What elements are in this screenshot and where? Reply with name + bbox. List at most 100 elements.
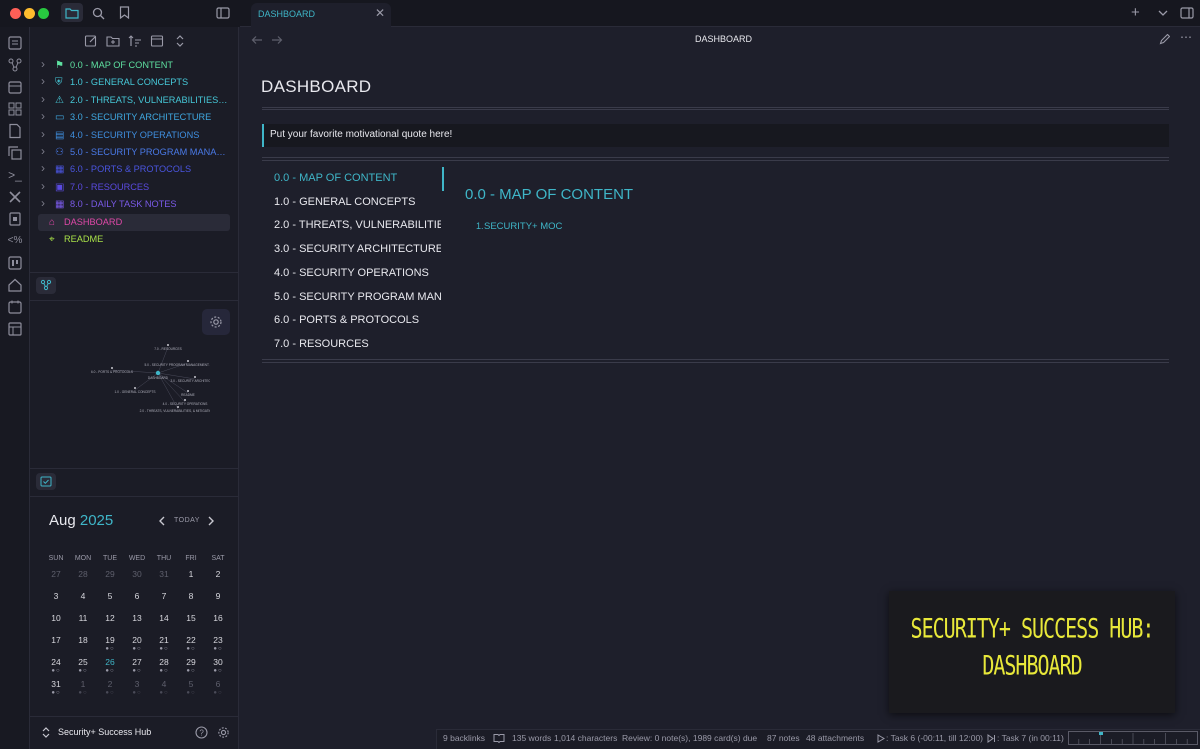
- calendar-tab-button[interactable]: [36, 473, 56, 490]
- calendar-day[interactable]: 23: [206, 635, 230, 645]
- percent-code-icon[interactable]: <%: [7, 233, 23, 249]
- today-button[interactable]: TODAY: [174, 517, 200, 524]
- new-folder-icon[interactable]: [106, 34, 120, 48]
- tree-item[interactable]: › ▤ 4.0 - SECURITY OPERATIONS: [38, 127, 230, 144]
- home-icon[interactable]: [7, 277, 23, 293]
- search-icon[interactable]: [92, 7, 105, 20]
- review-status[interactable]: Review: 0 note(s), 1989 card(s) due: [622, 733, 757, 743]
- forward-arrow-icon[interactable]: [271, 35, 283, 45]
- calendar-day[interactable]: 27: [125, 657, 149, 667]
- tab-dashboard[interactable]: DASHBOARD ✕: [251, 3, 391, 27]
- tree-item[interactable]: › ⚠ 2.0 - THREATS, VULNERABILITIES, & ...: [38, 92, 230, 109]
- chevron-right-icon[interactable]: ›: [41, 92, 45, 108]
- calendar-day[interactable]: 1: [71, 679, 95, 689]
- calendar-day[interactable]: 2: [98, 679, 122, 689]
- calendar-day[interactable]: 9: [206, 591, 230, 601]
- calendar-day[interactable]: 16: [206, 613, 230, 623]
- calendar-day[interactable]: 28: [71, 569, 95, 579]
- close-tab-icon[interactable]: ✕: [375, 6, 385, 20]
- terminal-icon[interactable]: >_: [7, 167, 23, 183]
- sort-icon[interactable]: [128, 34, 142, 48]
- tree-item[interactable]: › ▦ 6.0 - PORTS & PROTOCOLS: [38, 161, 230, 178]
- vault-name[interactable]: Security+ Success Hub: [58, 727, 151, 737]
- calendar-day[interactable]: 26: [98, 657, 122, 667]
- tree-item[interactable]: › ▭ 3.0 - SECURITY ARCHITECTURE: [38, 109, 230, 126]
- toc-item[interactable]: 6.0 - PORTS & PROTOCOLS: [274, 314, 441, 326]
- calendar-day[interactable]: 18: [71, 635, 95, 645]
- maximize-window-button[interactable]: [38, 8, 49, 19]
- calendar-day[interactable]: 29: [98, 569, 122, 579]
- toc-item[interactable]: 0.0 - MAP OF CONTENT: [274, 172, 441, 184]
- backlinks-count[interactable]: 9 backlinks: [443, 733, 485, 743]
- tree-item[interactable]: ⌖ README: [38, 231, 230, 248]
- calendar-day[interactable]: 25: [71, 657, 95, 667]
- tree-item[interactable]: › ⚇ 5.0 - SECURITY PROGRAM MANAGE...: [38, 144, 230, 161]
- calendar-day[interactable]: 31: [44, 679, 68, 689]
- calendar-day[interactable]: 6: [206, 679, 230, 689]
- minimize-window-button[interactable]: [24, 8, 35, 19]
- toc-item[interactable]: 1.0 - GENERAL CONCEPTS: [274, 196, 441, 208]
- calendar-day[interactable]: 8: [179, 591, 203, 601]
- calendar-day[interactable]: 24: [44, 657, 68, 667]
- help-icon[interactable]: ?: [195, 726, 208, 739]
- calendar-day[interactable]: 4: [71, 591, 95, 601]
- toc-item[interactable]: 7.0 - RESOURCES: [274, 338, 441, 350]
- calendar-day[interactable]: 29: [179, 657, 203, 667]
- back-arrow-icon[interactable]: [251, 35, 263, 45]
- chevron-right-icon[interactable]: ›: [41, 74, 45, 90]
- toc-item[interactable]: 2.0 - THREATS, VULNERABILITIES,: [274, 219, 441, 231]
- calendar-day[interactable]: 13: [125, 613, 149, 623]
- tree-item[interactable]: › ⛨ 1.0 - GENERAL CONCEPTS: [38, 74, 230, 91]
- calendar-day[interactable]: 2: [206, 569, 230, 579]
- calendar-day[interactable]: 27: [44, 569, 68, 579]
- calendar-day[interactable]: 17: [44, 635, 68, 645]
- tree-item[interactable]: ⌂ DASHBOARD: [38, 213, 230, 231]
- tools-icon[interactable]: [7, 189, 23, 205]
- chevron-down-icon[interactable]: [1158, 10, 1168, 17]
- daily-note-icon[interactable]: [7, 299, 23, 315]
- calendar-day[interactable]: 31: [152, 569, 176, 579]
- toc-item[interactable]: 4.0 - SECURITY OPERATIONS: [274, 267, 441, 279]
- copy-icon[interactable]: [7, 145, 23, 161]
- calendar-day[interactable]: 7: [152, 591, 176, 601]
- moc-link[interactable]: SECURITY+ MOC: [484, 221, 562, 232]
- chevron-right-icon[interactable]: ›: [41, 161, 45, 177]
- graph-view-icon[interactable]: [7, 57, 23, 73]
- calendar-day[interactable]: 5: [98, 591, 122, 601]
- graph-settings-button[interactable]: [202, 309, 230, 335]
- vault-switcher-icon[interactable]: [42, 727, 50, 738]
- new-note-icon[interactable]: [84, 34, 98, 48]
- chevron-right-icon[interactable]: ›: [41, 109, 45, 125]
- calendar-day[interactable]: 11: [71, 613, 95, 623]
- chevron-right-icon[interactable]: ›: [41, 57, 45, 73]
- chevron-right-icon[interactable]: ›: [41, 179, 45, 195]
- bookmark-icon[interactable]: [119, 6, 130, 19]
- calendar-day[interactable]: 5: [179, 679, 203, 689]
- calendar-day[interactable]: 22: [179, 635, 203, 645]
- next-month-icon[interactable]: [207, 516, 215, 526]
- vault-file-icon[interactable]: [7, 211, 23, 227]
- calendar-day[interactable]: 3: [125, 679, 149, 689]
- expand-collapse-icon[interactable]: [173, 34, 187, 48]
- kanban-icon[interactable]: [7, 255, 23, 271]
- prev-month-icon[interactable]: [158, 516, 166, 526]
- collapse-icon[interactable]: [150, 34, 164, 48]
- calendar-day[interactable]: 30: [125, 569, 149, 579]
- table-icon[interactable]: [7, 321, 23, 337]
- close-window-button[interactable]: [10, 8, 21, 19]
- calendar-day[interactable]: 30: [206, 657, 230, 667]
- graph-tab-button[interactable]: [36, 277, 56, 294]
- tree-item[interactable]: › ⚑ 0.0 - MAP OF CONTENT: [38, 57, 230, 74]
- calendar-day[interactable]: 14: [152, 613, 176, 623]
- calendar-day[interactable]: 1: [179, 569, 203, 579]
- tree-item[interactable]: › ▣ 7.0 - RESOURCES: [38, 179, 230, 196]
- more-options-icon[interactable]: ⋯: [1180, 30, 1192, 44]
- play-icon[interactable]: [877, 734, 885, 743]
- right-sidebar-toggle-icon[interactable]: [1180, 7, 1194, 19]
- canvas-icon[interactable]: [7, 101, 23, 117]
- chevron-right-icon[interactable]: ›: [41, 144, 45, 160]
- calendar-icon[interactable]: [7, 79, 23, 95]
- calendar-day[interactable]: 28: [152, 657, 176, 667]
- calendar-day[interactable]: 15: [179, 613, 203, 623]
- toc-item[interactable]: 3.0 - SECURITY ARCHITECTURE: [274, 243, 441, 255]
